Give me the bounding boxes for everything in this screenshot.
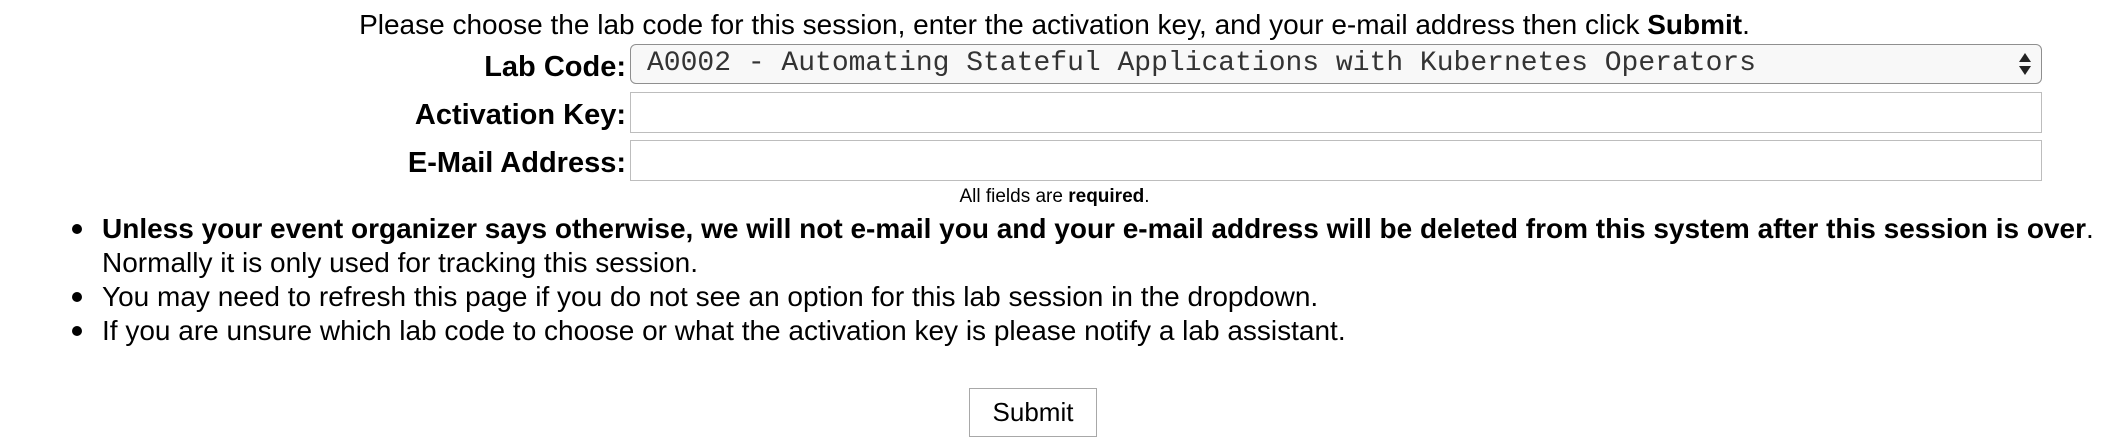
note-emphasis: Unless your event organizer says otherwi… [102, 213, 2086, 244]
lab-code-row: Lab Code: A0002 - Automating Stateful Ap… [0, 44, 2109, 88]
required-note-start: All fields are [959, 186, 1069, 207]
note-text: If you are unsure which lab code to choo… [102, 315, 1346, 346]
bullet-icon [72, 326, 82, 336]
activation-key-input[interactable] [630, 92, 2042, 133]
email-label: E-Mail Address: [407, 147, 626, 179]
notes-list: Unless your event organizer says otherwi… [0, 212, 2102, 348]
required-note-end: . [1144, 186, 1150, 207]
email-input[interactable] [630, 140, 2042, 181]
instructions-text: Please choose the lab code for this sess… [0, 8, 2109, 42]
instructions-text-start: Please choose the lab code for this sess… [359, 9, 1648, 40]
list-item: Unless your event organizer says otherwi… [72, 212, 2102, 280]
instructions-text-end: . [1742, 9, 1750, 40]
lab-code-label: Lab Code: [484, 51, 626, 83]
list-item: If you are unsure which lab code to choo… [72, 314, 2102, 348]
bullet-icon [72, 224, 82, 234]
lab-code-select[interactable]: A0002 - Automating Stateful Applications… [630, 44, 2042, 84]
email-row: E-Mail Address: [0, 140, 2109, 184]
required-fields-note: All fields are required. [0, 186, 2109, 208]
activation-key-row: Activation Key: [0, 92, 2109, 136]
lab-code-selected-value: A0002 - Automating Stateful Applications… [647, 48, 1756, 79]
list-item: You may need to refresh this page if you… [72, 280, 2102, 314]
submit-button[interactable]: Submit [969, 388, 1097, 437]
activation-key-label: Activation Key: [414, 99, 626, 131]
instructions-submit-emphasis: Submit [1647, 9, 1743, 40]
note-text: You may need to refresh this page if you… [102, 281, 1319, 312]
select-arrows-icon [2019, 53, 2031, 75]
required-note-emphasis: required [1068, 186, 1145, 207]
bullet-icon [72, 292, 82, 302]
